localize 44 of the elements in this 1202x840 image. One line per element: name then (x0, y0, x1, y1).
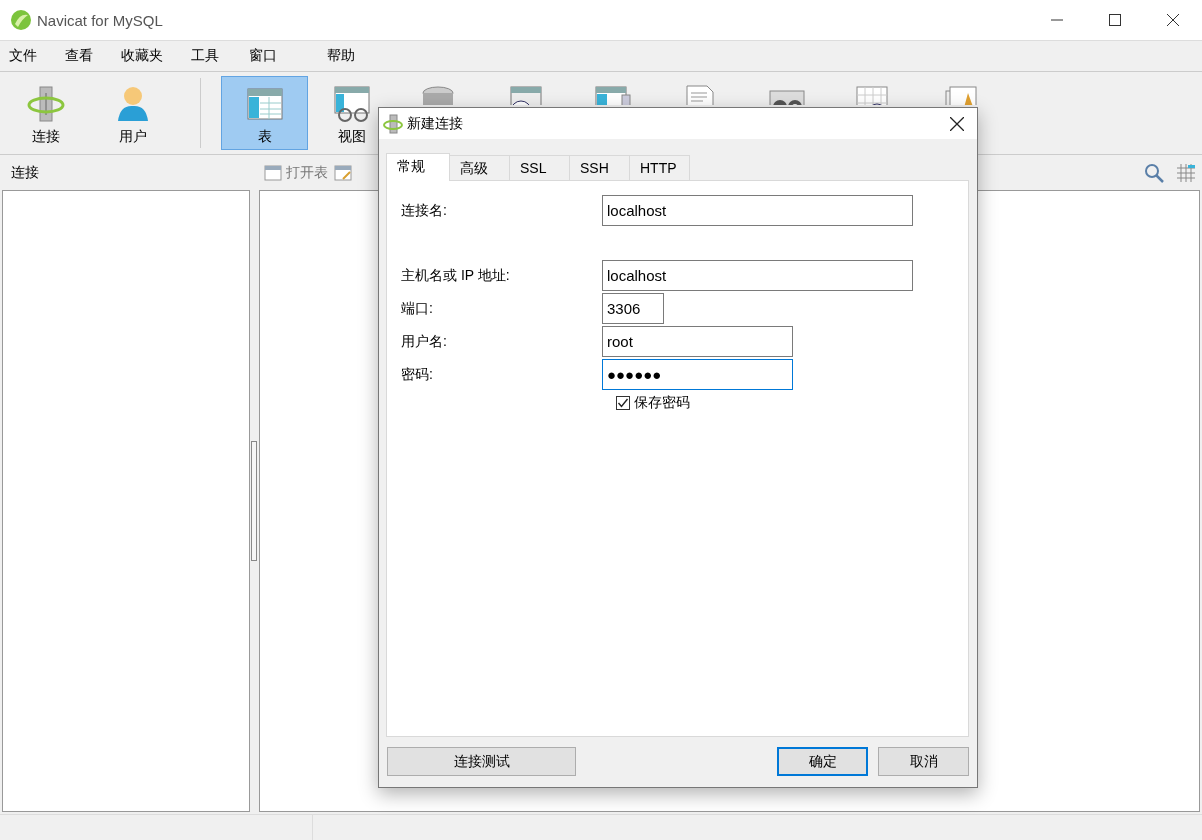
menu-item[interactable]: 查看 (58, 47, 100, 65)
dialog-title: 新建连接 (407, 114, 463, 133)
field-label: 端口: (400, 299, 434, 318)
window-title: Navicat for MySQL (37, 11, 163, 29)
input-field[interactable]: 3306 (602, 293, 664, 324)
menu-item[interactable]: 工具 (184, 47, 226, 65)
tab[interactable]: SSH (570, 155, 630, 180)
close-icon[interactable] (950, 116, 964, 131)
connection-icon (383, 113, 403, 134)
panel-title: 连接 (11, 163, 39, 180)
input-field[interactable]: localhost (602, 195, 913, 226)
menu-item[interactable]: 窗口 (242, 47, 284, 65)
checkbox[interactable] (616, 396, 630, 410)
grid-view-icon[interactable] (1176, 162, 1196, 183)
menu-item[interactable]: 收藏夹 (114, 47, 170, 65)
field-label: 连接名: (400, 201, 448, 220)
menu-item[interactable]: 文件 (2, 47, 44, 65)
dialog-button[interactable]: 取消 (878, 747, 969, 776)
input-field[interactable]: ●●●●●● (602, 359, 793, 390)
tab[interactable]: 常规 (386, 153, 450, 181)
leaf-logo-icon (10, 9, 32, 31)
table-icon (264, 164, 282, 181)
toolbar-button[interactable]: 连接 (2, 76, 89, 150)
dialog-button[interactable]: 连接测试 (387, 747, 576, 776)
close-icon[interactable] (1167, 14, 1179, 26)
input-field[interactable]: root (602, 326, 793, 357)
tab[interactable]: 高级 (450, 155, 510, 180)
tab[interactable]: HTTP (630, 155, 690, 180)
open-table-button[interactable]: 打开表 (264, 163, 328, 182)
field-label: 密码: (400, 365, 434, 384)
dialog-button[interactable]: 确定 (777, 747, 868, 776)
field-label: 用户名: (400, 332, 448, 351)
toolbar-button[interactable]: 视图 (308, 76, 395, 150)
toolbar-button[interactable]: 用户 (89, 76, 176, 150)
field-label: 主机名或 IP 地址: (400, 266, 511, 285)
menu-item[interactable]: 帮助 (320, 47, 362, 65)
tab[interactable]: SSL (510, 155, 570, 180)
maximize-icon[interactable] (1109, 14, 1121, 26)
splitter-handle[interactable] (251, 441, 257, 561)
checkbox-label: 保存密码 (634, 394, 690, 412)
toolbar-button[interactable]: 表 (221, 76, 308, 150)
input-field[interactable]: localhost (602, 260, 913, 291)
table-edit-icon[interactable] (334, 164, 352, 181)
search-icon[interactable] (1144, 162, 1164, 183)
